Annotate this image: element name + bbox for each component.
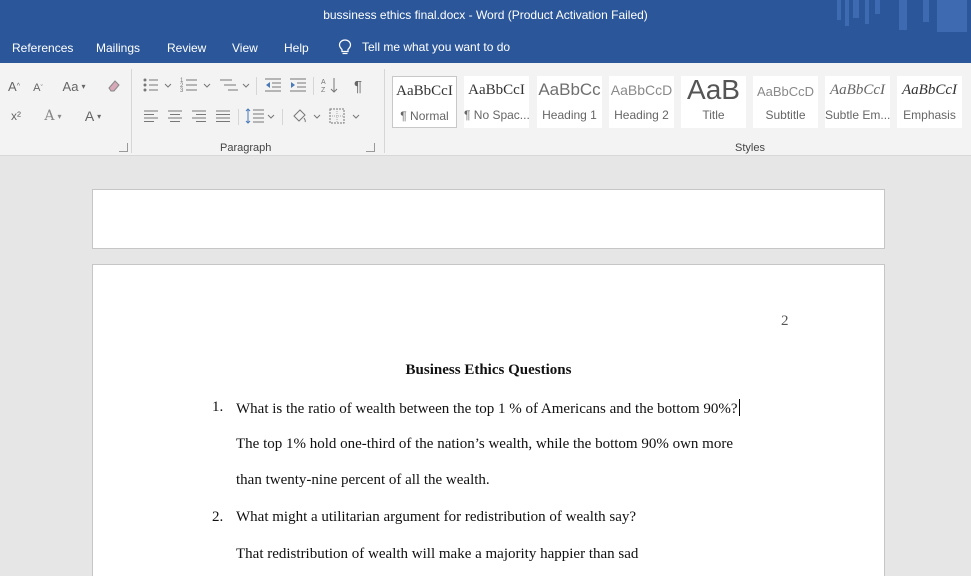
shading-icon[interactable] [290,107,322,125]
style-subtitle[interactable]: AaBbCcD Subtitle [753,76,818,128]
group-separator [131,69,132,153]
tab-mailings[interactable]: Mailings [96,41,140,55]
separator [238,109,239,125]
grow-font-button[interactable]: A ^ [6,77,22,95]
title-bar-decoration [837,0,967,32]
answer-text[interactable]: than twenty-nine percent of all the weal… [236,472,490,489]
document-page[interactable]: 2 Business Ethics Questions 1. What is t… [92,264,885,576]
separator [282,109,283,125]
styles-gallery: AaBbCcI ¶ Normal AaBbCcI ¶ No Spac... Aa… [391,73,971,133]
tab-view[interactable]: View [232,41,258,55]
shrink-font-glyph: A [33,82,41,94]
separator [256,77,257,95]
list-number: 2. [212,509,224,525]
style-preview: AaBbCcI [902,82,957,98]
style-heading-1[interactable]: AaBbCc Heading 1 [537,76,602,128]
ribbon: A ^ Aˇ Aa ▾ x² A ▾ A ▾ 1 2 3 AZ ¶ Paragr… [0,63,971,156]
font-color-button[interactable]: A ▾ [78,107,108,125]
document-heading: Business Ethics Questions [405,362,572,378]
tab-review[interactable]: Review [167,41,206,55]
grow-font-glyph: A [8,78,17,94]
style-preview: AaBbCcI [830,82,885,98]
pilcrow-icon[interactable]: ¶ [350,76,366,96]
align-right-icon[interactable] [190,107,208,125]
bullets-icon[interactable] [142,75,174,95]
paragraph-dialog-launcher[interactable] [366,143,375,152]
tab-help[interactable]: Help [284,41,309,55]
list-number: 1. [212,399,224,415]
sort-icon[interactable]: AZ [320,75,340,95]
svg-text:3: 3 [180,88,184,94]
style-name: ¶ Normal [400,109,449,123]
style-name: Subtle Em... [825,108,890,122]
tell-me-box[interactable]: Tell me what you want to do [338,39,510,55]
decrease-indent-icon[interactable] [263,75,283,95]
answer-text[interactable]: That redistribution of wealth will make … [236,546,638,563]
style-name: Emphasis [903,108,956,122]
text-effects-button[interactable]: A ▾ [38,107,68,125]
eraser-icon[interactable] [104,77,124,95]
text-effects-glyph: A [44,108,55,124]
ribbon-tab-bar: References Mailings Review View Help Tel… [0,32,971,63]
style-preview: AaB [687,74,740,105]
style-name: Heading 2 [614,108,669,122]
document-canvas[interactable]: 2 Business Ethics Questions 1. What is t… [0,157,971,576]
svg-text:Z: Z [321,87,326,94]
style-name: Heading 1 [542,108,597,122]
text-cursor [738,399,740,416]
style-preview: AaBbCcD [610,82,673,98]
group-separator [384,69,385,153]
question-text[interactable]: What is the ratio of wealth between the … [236,399,740,418]
font-dialog-launcher[interactable] [119,143,128,152]
paragraph-group-label: Paragraph [220,142,272,154]
style-emphasis[interactable]: AaBbCcI Emphasis [897,76,962,128]
style-preview: AaBbCcD [756,84,815,99]
title-bar: bussiness ethics final.docx - Word (Prod… [0,0,971,32]
previous-page-bottom[interactable] [92,189,885,249]
style-name: Subtitle [765,108,806,122]
change-case-button[interactable]: Aa ▾ [58,77,90,95]
numbering-icon[interactable]: 1 2 3 [180,75,214,95]
multilevel-list-icon[interactable] [218,75,252,95]
lightbulb-icon [338,39,352,55]
answer-text[interactable]: The top 1% hold one-third of the nation’… [236,436,733,453]
style-heading-2[interactable]: AaBbCcD Heading 2 [609,76,674,128]
shrink-font-button[interactable]: Aˇ [30,79,46,97]
tell-me-text: Tell me what you want to do [362,40,511,54]
font-color-glyph: A [84,108,95,124]
tab-references[interactable]: References [12,41,73,55]
page-number: 2 [781,313,789,329]
borders-icon[interactable] [328,107,362,125]
change-case-glyph: Aa [62,78,79,94]
style-normal[interactable]: AaBbCcI ¶ Normal [392,76,457,128]
window-title: bussiness ethics final.docx - Word (Prod… [323,8,648,22]
style-preview: AaBbCcI [468,82,525,98]
styles-group-label: Styles [735,142,765,154]
style-title[interactable]: AaB Title [681,74,746,128]
style-no-spacing[interactable]: AaBbCcI ¶ No Spac... [464,76,529,128]
align-left-icon[interactable] [142,107,160,125]
style-name: Title [702,108,725,122]
svg-text:A: A [321,79,326,86]
superscript-button[interactable]: x² [6,107,26,125]
question-text[interactable]: What might a utilitarian argument for re… [236,509,636,526]
center-icon[interactable] [166,107,184,125]
justify-icon[interactable] [214,107,232,125]
question-1-text: What is the ratio of wealth between the … [236,401,738,417]
increase-indent-icon[interactable] [288,75,308,95]
style-name: ¶ No Spac... [464,108,529,122]
style-subtle-emphasis[interactable]: AaBbCcI Subtle Em... [825,76,890,128]
line-spacing-icon[interactable] [244,107,276,125]
separator [313,77,314,95]
style-preview: AaBbCc [538,80,601,99]
style-preview: AaBbCcI [396,83,453,99]
